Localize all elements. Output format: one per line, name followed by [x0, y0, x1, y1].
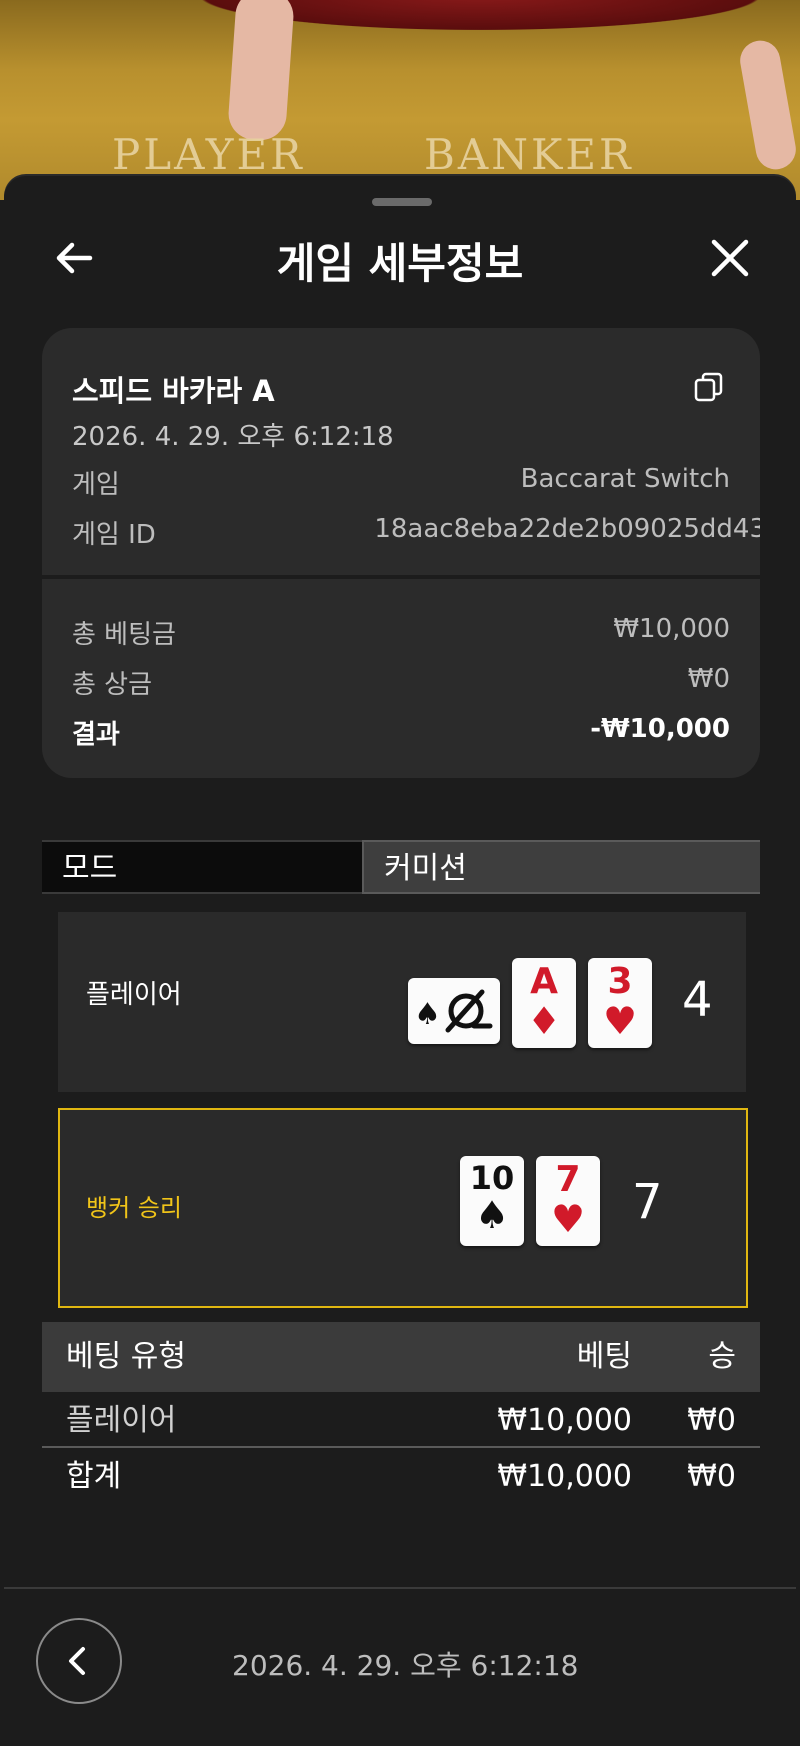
- felt-banker-label: BANKER: [424, 130, 634, 179]
- svg-text:♠: ♠: [414, 997, 441, 1032]
- player-hand-panel: 플레이어 ♠ A ♦ 3 ♥ 4: [58, 912, 746, 1092]
- total-bet-label: 총 베팅금: [72, 620, 176, 650]
- game-datetime: 2026. 4. 29. 오후 6:12:18: [72, 422, 394, 452]
- table-total-row: 합계 ₩10,000 ₩0: [42, 1450, 760, 1504]
- previous-button[interactable]: [36, 1618, 122, 1704]
- bets-table-header: 베팅 유형 베팅 승: [42, 1322, 760, 1392]
- result-value: -₩10,000: [590, 714, 730, 744]
- total-bet-cell: ₩10,000: [497, 1459, 632, 1494]
- game-video-background: PLAYER BANKER: [0, 0, 800, 200]
- drag-handle[interactable]: [372, 198, 432, 206]
- spade-icon: ♠: [474, 1193, 510, 1237]
- table-divider: [42, 1446, 760, 1448]
- card-rank: A: [530, 961, 558, 1002]
- footer-datetime: 2026. 4. 29. 오후 6:12:18: [232, 1649, 579, 1682]
- result-label: 결과: [72, 720, 120, 750]
- playing-card: 3 ♥: [588, 958, 652, 1048]
- game-label: 게임: [72, 470, 120, 500]
- dealer-arm: [737, 37, 799, 173]
- game-summary-card: 스피드 바카라 A 2026. 4. 29. 오후 6:12:18 게임 Bac…: [42, 328, 760, 778]
- game-id-label: 게임 ID: [72, 520, 156, 550]
- game-value: Baccarat Switch: [520, 464, 730, 494]
- win-cell: ₩0: [687, 1403, 736, 1438]
- tab-commission[interactable]: 커미션: [362, 840, 760, 894]
- total-label-cell: 합계: [66, 1459, 122, 1494]
- playing-card: 10 ♠: [460, 1156, 524, 1246]
- total-win-label: 총 상금: [72, 670, 153, 700]
- total-bet-value: ₩10,000: [613, 614, 730, 644]
- table-row: 플레이어 ₩10,000 ₩0: [42, 1394, 760, 1448]
- switch-card-icon: ♠: [414, 989, 493, 1033]
- heart-icon: ♥: [602, 999, 638, 1043]
- win-header: 승: [708, 1339, 736, 1374]
- player-label: 플레이어: [86, 980, 182, 1010]
- game-details-sheet: 게임 세부정보 스피드 바카라 A 2026. 4. 29. 오후 6:12:1…: [4, 176, 796, 1746]
- close-button[interactable]: [704, 232, 756, 284]
- bet-amount-header: 베팅: [576, 1339, 632, 1374]
- game-name: 스피드 바카라 A: [72, 374, 275, 408]
- total-win-cell: ₩0: [687, 1459, 736, 1494]
- tab-mode[interactable]: 모드: [42, 840, 362, 894]
- card-rank: 3: [607, 961, 633, 1002]
- banker-hand-panel: 뱅커 승리 10 ♠ 7 ♥ 7: [58, 1108, 748, 1308]
- page-title: 게임 세부정보: [276, 239, 524, 288]
- bet-amount-cell: ₩10,000: [497, 1403, 632, 1438]
- dealer-arm: [226, 0, 296, 142]
- playing-card: ♠: [408, 978, 500, 1044]
- card-divider: [42, 575, 760, 579]
- felt-player-label: PLAYER: [112, 130, 305, 179]
- card-rank: 7: [555, 1159, 581, 1200]
- bet-type-cell: 플레이어: [66, 1403, 177, 1438]
- bet-type-header: 베팅 유형: [66, 1339, 186, 1374]
- info-tabs: 모드 커미션: [42, 840, 760, 894]
- card-rank: 10: [469, 1159, 515, 1197]
- chevron-left-icon: [69, 1647, 85, 1675]
- close-icon: [711, 239, 749, 277]
- footer-divider: [4, 1587, 796, 1589]
- heart-icon: ♥: [550, 1197, 586, 1241]
- total-win-value: ₩0: [687, 664, 730, 694]
- copy-button[interactable]: [692, 370, 726, 404]
- playing-card: 7 ♥: [536, 1156, 600, 1246]
- playing-card: A ♦: [512, 958, 576, 1048]
- banker-score: 7: [632, 1174, 663, 1230]
- game-id-value[interactable]: 18aac8eba22de2b09025dd43: [374, 514, 760, 544]
- copy-icon: [694, 372, 723, 402]
- diamond-icon: ♦: [526, 999, 562, 1043]
- banker-win-label: 뱅커 승리: [86, 1194, 182, 1222]
- player-score: 4: [682, 972, 713, 1028]
